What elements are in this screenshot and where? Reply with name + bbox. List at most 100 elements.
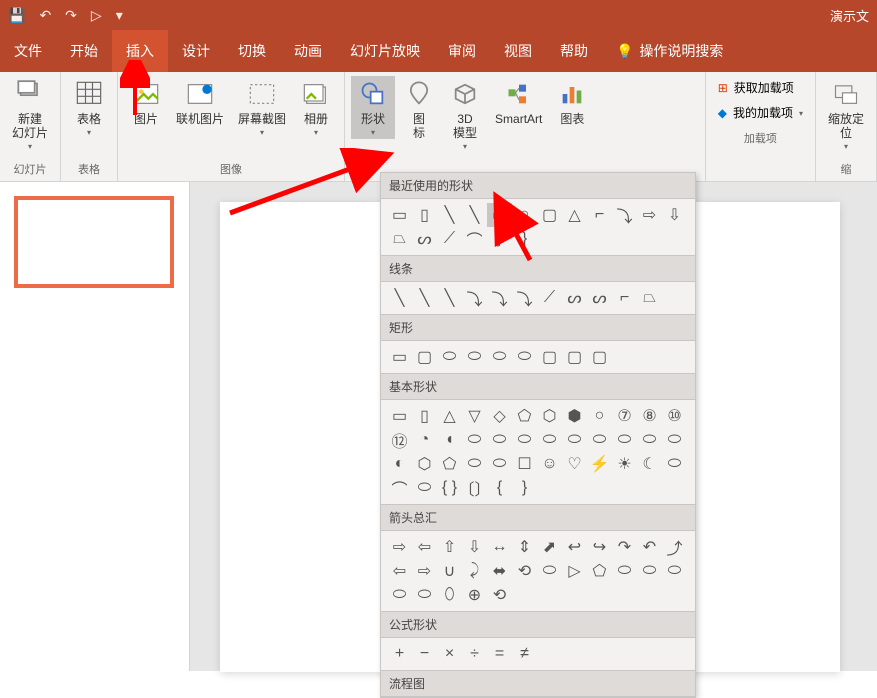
shape-item[interactable]: ⬭ (612, 428, 637, 452)
tab-animations[interactable]: 动画 (280, 30, 336, 72)
tab-transitions[interactable]: 切换 (224, 30, 280, 72)
shape-item[interactable]: ᔕ (587, 286, 612, 310)
shape-item[interactable]: } (487, 227, 512, 251)
shape-item[interactable]: { (487, 476, 512, 500)
shape-item[interactable]: ⟲ (487, 583, 512, 607)
shapes-button[interactable]: 形状 ▾ (351, 76, 395, 139)
shape-item[interactable]: ⑧ (637, 404, 662, 428)
shape-item[interactable]: ▷ (562, 559, 587, 583)
tab-file[interactable]: 文件 (0, 30, 56, 72)
shape-item[interactable]: ▢ (562, 345, 587, 369)
shape-item[interactable]: } (512, 227, 537, 251)
tab-slideshow[interactable]: 幻灯片放映 (336, 30, 434, 72)
shape-item[interactable]: ᔕ (412, 227, 437, 251)
shape-item[interactable]: ⬭ (662, 452, 687, 476)
shape-item[interactable]: ⬭ (637, 559, 662, 583)
shape-item[interactable]: ⏢ (387, 227, 412, 251)
3d-models-button[interactable]: 3D 模型 ▾ (443, 76, 487, 153)
shape-item[interactable]: ⊕ (462, 583, 487, 607)
shape-item[interactable]: ↪ (587, 535, 612, 559)
shape-item[interactable]: ⤸ (462, 559, 487, 583)
shape-item[interactable]: ☺ (537, 452, 562, 476)
shape-item[interactable]: ◖ (437, 428, 462, 452)
shape-item[interactable]: ⤵ (487, 286, 512, 310)
shape-item[interactable]: ○ (587, 404, 612, 428)
shape-item[interactable]: ↔ (487, 535, 512, 559)
redo-icon[interactable]: ↷ (65, 7, 77, 24)
shape-item[interactable]: } (512, 476, 537, 500)
picture-button[interactable]: 图片 (124, 76, 168, 128)
shape-item[interactable]: ▽ (462, 404, 487, 428)
get-addins-button[interactable]: ⊞ 获取加载项 (714, 76, 807, 99)
shape-item[interactable]: ↩ (562, 535, 587, 559)
shape-item[interactable]: ⬠ (437, 452, 462, 476)
shape-item[interactable]: ⬡ (537, 404, 562, 428)
tab-home[interactable]: 开始 (56, 30, 112, 72)
shape-item[interactable]: ▯ (412, 203, 437, 227)
shape-item[interactable]: ⑫ (387, 428, 412, 452)
shape-item[interactable]: ▢ (412, 345, 437, 369)
shape-item[interactable]: ⬭ (487, 345, 512, 369)
icons-button[interactable]: 图 标 (397, 76, 441, 142)
shape-item[interactable]: ⬭ (462, 428, 487, 452)
shape-item[interactable]: ⬈ (537, 535, 562, 559)
shape-item[interactable]: ⑦ (612, 404, 637, 428)
shape-item[interactable]: ⬭ (537, 428, 562, 452)
shape-item[interactable]: ⤵ (512, 286, 537, 310)
shape-item[interactable]: ▭ (387, 404, 412, 428)
shape-item[interactable]: ⬠ (587, 559, 612, 583)
shape-item[interactable]: ⬭ (537, 559, 562, 583)
shape-item[interactable]: ∪ (437, 559, 462, 583)
shape-item[interactable]: ᔕ (562, 286, 587, 310)
shape-item[interactable]: ⬭ (512, 345, 537, 369)
shape-item[interactable]: ⬢ (562, 404, 587, 428)
new-slide-button[interactable]: 新建 幻灯片 ▾ (6, 76, 54, 153)
shape-item[interactable]: ▯ (412, 404, 437, 428)
tab-insert[interactable]: 插入 (112, 30, 168, 72)
shape-item[interactable]: ⇩ (662, 203, 687, 227)
tell-me-search[interactable]: 💡 操作说明搜索 (602, 30, 737, 72)
shape-item[interactable]: ⇨ (387, 535, 412, 559)
shape-item[interactable]: △ (437, 404, 462, 428)
shape-item[interactable]: ⟲ (512, 559, 537, 583)
shape-item[interactable]: ⬭ (487, 452, 512, 476)
save-icon[interactable]: 💾 (8, 7, 25, 24)
shape-item[interactable]: ⇨ (637, 203, 662, 227)
shape-item[interactable]: ⟋ (437, 227, 462, 251)
shape-item[interactable]: ▭ (487, 203, 512, 227)
screenshot-button[interactable]: 屏幕截图 ▾ (232, 76, 292, 139)
shape-item[interactable]: ♡ (562, 452, 587, 476)
shape-item[interactable]: ⑩ (662, 404, 687, 428)
shape-item[interactable]: ▢ (587, 345, 612, 369)
shape-item[interactable]: ▢ (537, 345, 562, 369)
tab-design[interactable]: 设计 (168, 30, 224, 72)
shape-item[interactable]: ⬠ (512, 404, 537, 428)
shape-item[interactable]: ⬭ (462, 452, 487, 476)
shape-item[interactable]: ⬭ (587, 428, 612, 452)
shape-item[interactable]: × (437, 642, 462, 666)
shape-item[interactable]: ⇕ (512, 535, 537, 559)
tab-review[interactable]: 审阅 (434, 30, 490, 72)
shape-item[interactable]: ⚡ (587, 452, 612, 476)
shape-item[interactable]: ○ (512, 203, 537, 227)
shape-item[interactable]: ⬭ (412, 476, 437, 500)
shape-item[interactable]: ⬭ (662, 559, 687, 583)
tab-view[interactable]: 视图 (490, 30, 546, 72)
smartart-button[interactable]: SmartArt (489, 76, 548, 128)
shape-item[interactable]: ⬭ (637, 428, 662, 452)
shape-item[interactable]: ÷ (462, 642, 487, 666)
shape-item[interactable]: ⟋ (537, 286, 562, 310)
shape-item[interactable]: ╲ (462, 203, 487, 227)
shape-item[interactable]: ⌒ (387, 476, 412, 500)
shape-item[interactable]: ⇨ (412, 559, 437, 583)
shape-item[interactable]: ⤴ (662, 535, 687, 559)
zoom-button[interactable]: 缩放定 位 ▾ (822, 76, 870, 153)
start-from-beginning-icon[interactable]: ▷ (91, 7, 102, 24)
shape-item[interactable]: ╲ (387, 286, 412, 310)
undo-icon[interactable]: ↶ (39, 7, 51, 24)
shape-item[interactable]: ⇦ (387, 559, 412, 583)
shape-item[interactable]: ⬭ (562, 428, 587, 452)
shape-item[interactable]: ╲ (437, 286, 462, 310)
album-button[interactable]: 相册 ▾ (294, 76, 338, 139)
shape-item[interactable]: ↷ (612, 535, 637, 559)
